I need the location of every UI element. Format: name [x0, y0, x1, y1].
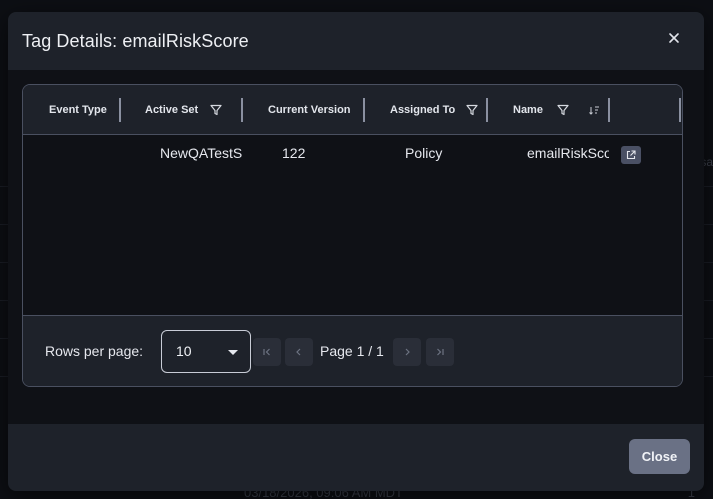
column-resizer[interactable]	[679, 98, 681, 122]
close-button[interactable]: Close	[629, 439, 690, 474]
dialog-header: Tag Details: emailRiskScore	[8, 12, 704, 70]
chevron-down-icon	[228, 350, 238, 355]
cell-current-version: 122	[282, 145, 306, 161]
column-header-name[interactable]: Name	[513, 85, 543, 135]
column-resizer[interactable]	[486, 98, 488, 122]
rows-per-page-value: 10	[176, 343, 192, 359]
external-link-icon[interactable]	[621, 146, 641, 164]
filter-icon[interactable]	[557, 85, 569, 135]
previous-page-button[interactable]	[285, 338, 313, 366]
dialog-title: Tag Details: emailRiskScore	[22, 30, 249, 51]
column-resizer[interactable]	[608, 98, 610, 122]
rows-per-page-select[interactable]: 10	[161, 330, 251, 373]
column-header-current-version[interactable]: Current Version	[268, 85, 351, 135]
column-header-assigned-to[interactable]: Assigned To	[390, 85, 455, 135]
rows-per-page-label: Rows per page:	[45, 343, 144, 359]
close-icon[interactable]	[666, 32, 682, 48]
pagination-bar: Rows per page: 10 Page 1 / 1	[23, 315, 682, 386]
cell-assigned-to: Policy	[405, 145, 443, 161]
column-header-event-type[interactable]: Event Type	[49, 85, 107, 135]
column-header-active-set[interactable]: Active Set	[145, 85, 198, 135]
sort-icon[interactable]	[589, 85, 601, 135]
table-header: Event Type Active Set Current Version As…	[23, 85, 682, 135]
tag-details-table: Event Type Active Set Current Version As…	[22, 84, 683, 387]
table-body: NewQATestS 122 Policy emailRiskSco	[23, 136, 682, 316]
last-page-button[interactable]	[426, 338, 454, 366]
cell-name: emailRiskSco	[527, 145, 609, 161]
filter-icon[interactable]	[466, 85, 478, 135]
page-indicator: Page 1 / 1	[320, 343, 384, 359]
next-page-button[interactable]	[393, 338, 421, 366]
dialog-footer: Close	[8, 424, 704, 491]
column-resizer[interactable]	[241, 98, 243, 122]
filter-icon[interactable]	[210, 85, 222, 135]
dialog-body: Event Type Active Set Current Version As…	[8, 70, 704, 424]
first-page-button[interactable]	[253, 338, 281, 366]
column-resizer[interactable]	[363, 98, 365, 122]
column-resizer[interactable]	[119, 98, 121, 122]
tag-details-dialog: Tag Details: emailRiskScore Event Type A…	[8, 12, 704, 491]
cell-active-set: NewQATestS	[160, 145, 242, 161]
